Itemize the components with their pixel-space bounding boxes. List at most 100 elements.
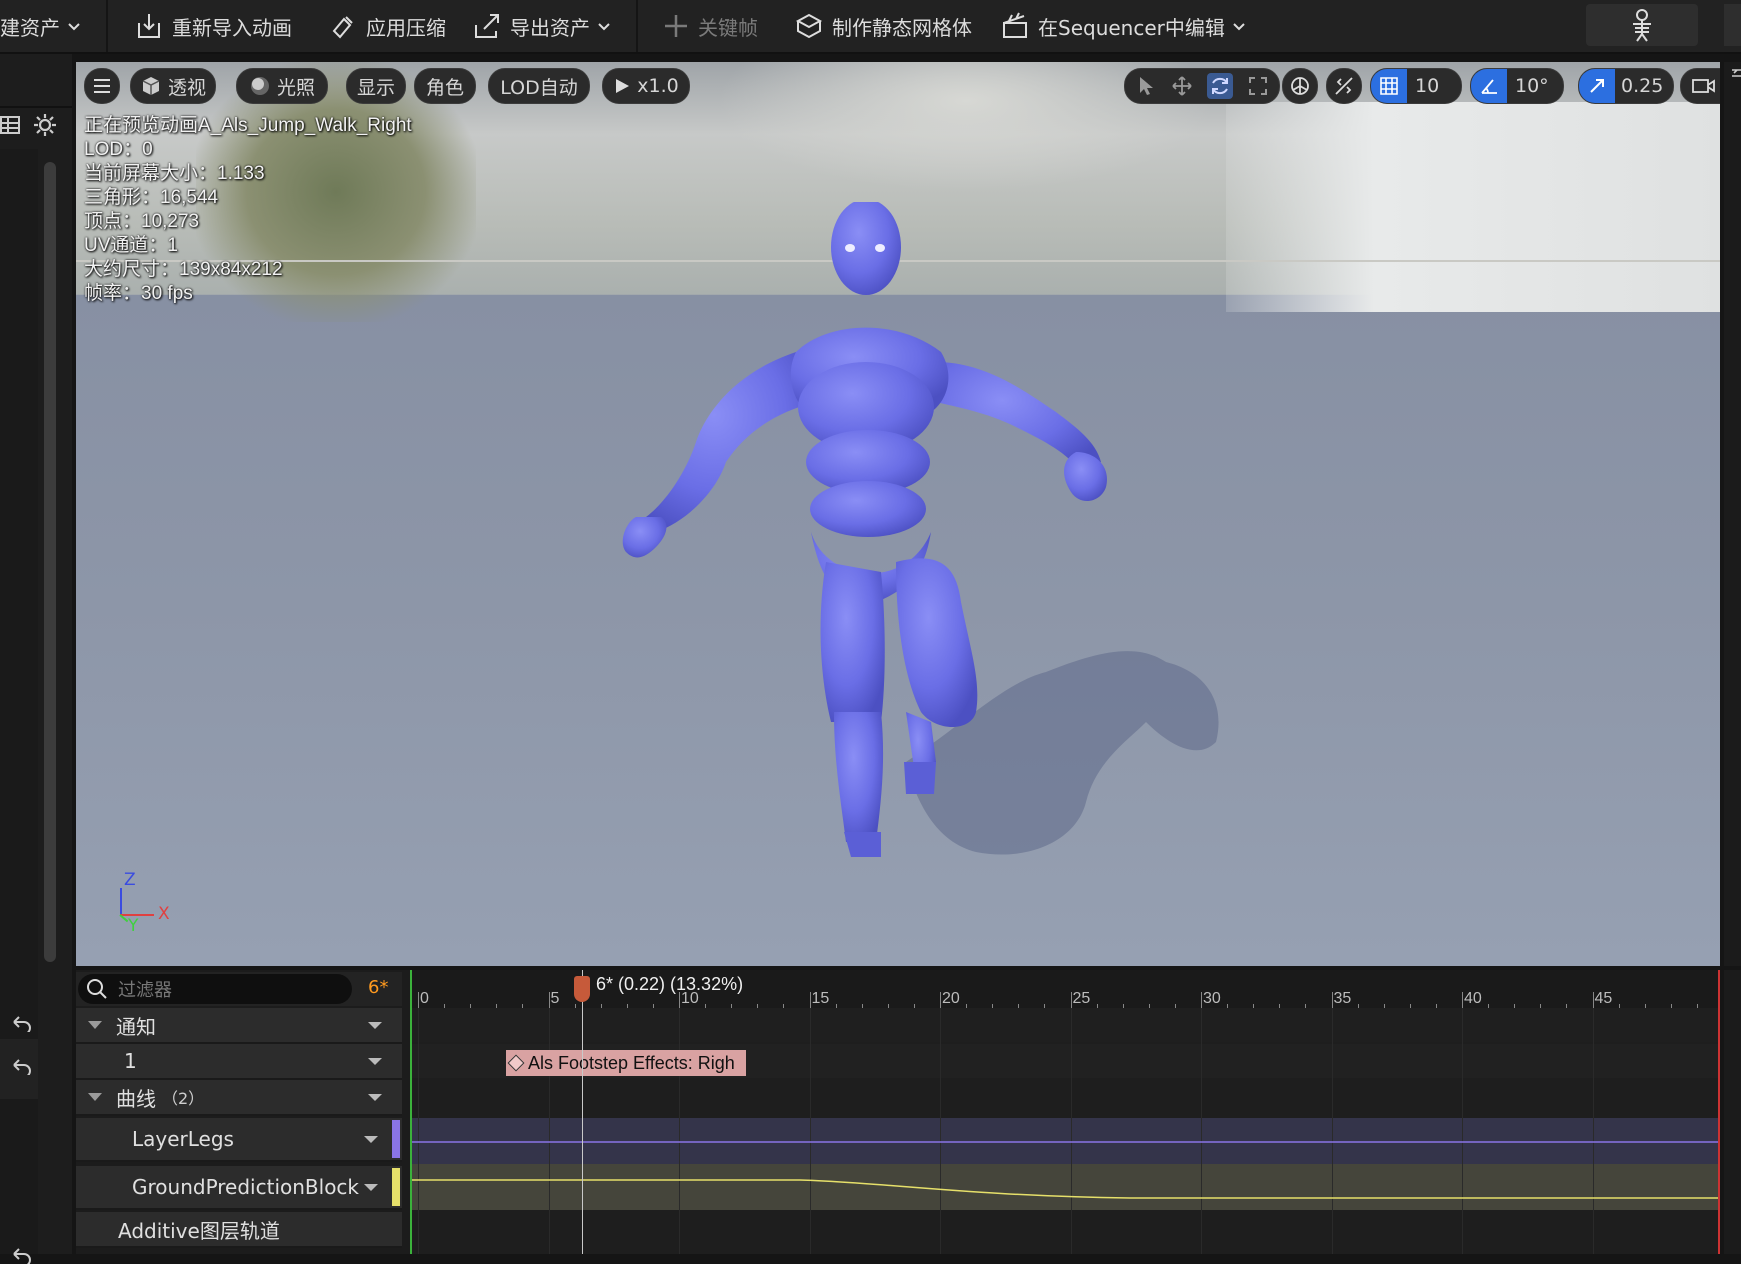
dropdown-arrow-icon[interactable]	[364, 1184, 378, 1191]
scale-snap-control[interactable]: 0.25	[1578, 68, 1674, 104]
additive-layer-track[interactable]: Additive图层轨道	[76, 1212, 402, 1248]
expand-icon[interactable]	[1730, 66, 1741, 84]
dropdown-arrow-icon[interactable]	[368, 1094, 382, 1101]
ruler-tick-label: 35	[1333, 990, 1352, 1007]
select-cursor-icon[interactable]	[1136, 75, 1156, 97]
notifies-track-header[interactable]: 通知	[76, 1008, 402, 1044]
playback-speed-button[interactable]: x1.0	[602, 68, 690, 104]
filter-input[interactable]: 过滤器	[78, 974, 352, 1004]
ruler-tick-label: 40	[1464, 990, 1482, 1007]
ruler-major-tick	[1462, 992, 1463, 1008]
right-foot	[904, 762, 936, 794]
edit-in-sequencer-label: 在Sequencer中编辑	[1038, 15, 1225, 40]
edit-in-sequencer-menu[interactable]: 在Sequencer中编辑	[1000, 0, 1255, 52]
start-marker[interactable]	[410, 970, 412, 1254]
keyframe-button[interactable]: 关键帧	[662, 0, 758, 52]
sequencer-clapper-icon	[1003, 12, 1027, 38]
keyframe-label: 关键帧	[698, 15, 758, 40]
camera-speed-button[interactable]: 4	[1680, 68, 1720, 104]
collapse-triangle-icon[interactable]	[88, 1093, 102, 1101]
vertical-scrollbar[interactable]	[44, 162, 56, 962]
footstep-notify[interactable]: Als Footstep Effects: Righ	[506, 1050, 746, 1076]
curve-track-groundprediction[interactable]: GroundPredictionBlock	[76, 1166, 402, 1210]
translate-icon[interactable]	[1171, 75, 1193, 97]
lighting-label: 光照	[276, 76, 315, 99]
end-marker[interactable]	[1718, 970, 1720, 1254]
ruler-major-tick	[1592, 992, 1594, 1008]
plus-icon	[665, 15, 687, 37]
lod-auto-button[interactable]: LOD自动	[488, 68, 590, 104]
left-hand	[622, 517, 667, 558]
dropdown-arrow-icon[interactable]	[368, 1022, 382, 1029]
grid-snap-control[interactable]: 10	[1370, 68, 1462, 104]
groundprediction-color-swatch	[392, 1168, 400, 1206]
notifies-lane	[410, 1008, 1720, 1042]
surface-snap-toggle[interactable]	[1326, 68, 1362, 104]
timeline-scroll-area[interactable]	[1724, 970, 1741, 1254]
dropdown-arrow-icon[interactable]	[368, 1058, 382, 1065]
undo-arrow-icon[interactable]	[10, 1057, 32, 1075]
rotation-snap-toggle[interactable]	[1471, 69, 1507, 103]
create-asset-label: 建资产	[0, 15, 60, 40]
curves-track-header[interactable]: 曲线 （2）	[76, 1080, 402, 1116]
skeleton-mode-button[interactable]	[1586, 4, 1698, 46]
perspective-view-button[interactable]: 透视	[130, 68, 216, 104]
lod-label: LOD自动	[500, 76, 578, 99]
additive-layer-label: Additive图层轨道	[118, 1218, 280, 1243]
apply-compression-button[interactable]: 应用压缩	[328, 0, 446, 52]
viewport-menu-button[interactable]	[84, 68, 120, 104]
toolbar-overflow	[1724, 4, 1741, 46]
curve-graph	[410, 1141, 1720, 1199]
collapse-triangle-icon[interactable]	[88, 1021, 102, 1029]
surface-snap-icon	[1335, 77, 1353, 95]
undo-arrow-icon[interactable]	[10, 1246, 32, 1264]
scale-icon[interactable]	[1248, 76, 1268, 96]
character-menu-button[interactable]: 角色	[414, 68, 476, 104]
rotate-tool-active[interactable]	[1207, 73, 1234, 99]
animation-preview-viewport[interactable]: 透视 光照 显示 角色 LOD自动 x1.0 10 10° 0.25 正在预览动…	[76, 62, 1720, 966]
notify-track-row[interactable]: 1	[76, 1044, 402, 1080]
search-icon	[87, 979, 107, 999]
playhead-handle[interactable]	[574, 976, 590, 1002]
head	[831, 202, 901, 295]
ruler-tick-label: 45	[1594, 990, 1613, 1007]
layerlegs-color-swatch	[392, 1120, 400, 1158]
ruler-tick-label: 5	[550, 990, 560, 1007]
main-toolbar: 建资产 重新导入动画 应用压缩 导出资产 关键帧 制作静态网格体 在Sequen…	[0, 0, 1741, 54]
angle-icon	[1481, 79, 1497, 94]
undo-arrow-icon[interactable]	[10, 1014, 32, 1032]
scale-arrow-icon	[1590, 79, 1604, 93]
ruler-tick-label: 30	[1203, 990, 1221, 1007]
chevron-down-icon	[68, 23, 80, 31]
rotation-snap-control[interactable]: 10°	[1470, 68, 1564, 104]
dropdown-arrow-icon[interactable]	[364, 1136, 378, 1143]
export-asset-menu[interactable]: 导出资产	[472, 0, 620, 52]
preview-animation-text: 正在预览动画A_Als_Jump_Walk_Right	[84, 115, 412, 136]
make-static-mesh-button[interactable]: 制作静态网格体	[794, 0, 972, 52]
grid-snap-toggle[interactable]	[1371, 69, 1407, 103]
ruler-tick-label: 25	[1072, 990, 1091, 1007]
curve-track-layerlegs[interactable]: LayerLegs	[76, 1118, 402, 1162]
current-frame-badge: 6*	[368, 977, 389, 998]
lighting-mode-button[interactable]: 光照	[236, 68, 328, 104]
create-asset-menu[interactable]: 建资产	[0, 0, 90, 52]
uv-channels-text: UV通道：1	[84, 235, 178, 256]
reimport-label: 重新导入动画	[172, 15, 292, 40]
scale-snap-toggle[interactable]	[1579, 69, 1615, 103]
character-mannequin	[622, 202, 1219, 857]
left-panel-strip	[0, 54, 72, 1264]
curves-count: （2）	[162, 1089, 205, 1108]
timeline-area[interactable]: 0 5 10 15 20 25 30 35 40 45 Als Footstep Effects:…	[410, 970, 1720, 1254]
cube-icon	[142, 77, 160, 95]
left-arm	[646, 352, 816, 532]
ruler-major-tick	[1331, 992, 1333, 1008]
table-icon[interactable]	[0, 114, 22, 136]
curve-label-groundprediction: GroundPredictionBlock	[132, 1175, 360, 1199]
reimport-animation-button[interactable]: 重新导入动画	[134, 0, 292, 52]
vertices-text: 顶点：10,273	[84, 211, 200, 232]
settings-gear-icon[interactable]	[32, 112, 58, 138]
x-axis-label: X	[158, 904, 170, 924]
world-local-toggle[interactable]	[1282, 68, 1318, 104]
show-flags-button[interactable]: 显示	[346, 68, 406, 104]
ruler-tick-label: 0	[420, 990, 429, 1007]
